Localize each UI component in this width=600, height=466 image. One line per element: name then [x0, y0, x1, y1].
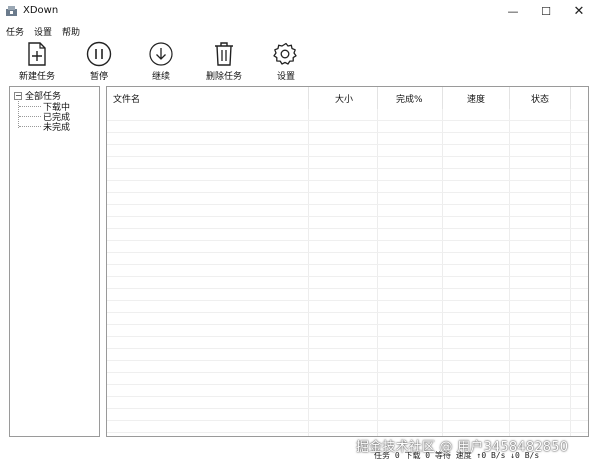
list-row: [107, 181, 588, 193]
resume-button[interactable]: 继续: [136, 41, 186, 82]
title-bar: XDown — ☐ ✕: [0, 0, 600, 22]
new-file-icon: [28, 42, 46, 66]
tree-branch-line: [19, 126, 41, 127]
list-row: [107, 157, 588, 169]
list-row: [107, 409, 588, 421]
list-row: [107, 301, 588, 313]
list-row: [107, 265, 588, 277]
pause-label: 暂停: [89, 72, 108, 82]
list-row: [107, 361, 588, 373]
column-status[interactable]: 状态: [510, 87, 571, 109]
menu-settings[interactable]: 设置: [28, 22, 56, 38]
list-row: [107, 229, 588, 241]
list-rows: [107, 109, 588, 433]
list-row: [107, 193, 588, 205]
pause-button[interactable]: 暂停: [74, 41, 124, 82]
trash-icon: [215, 42, 233, 66]
pause-icon: [86, 41, 112, 67]
settings-label: 设置: [276, 72, 295, 82]
list-row: [107, 145, 588, 157]
close-button[interactable]: ✕: [563, 0, 595, 22]
minimize-button[interactable]: —: [497, 0, 529, 22]
delete-task-label: 删除任务: [205, 72, 242, 82]
menu-bar: 任务 设置 帮助: [0, 22, 600, 38]
list-row: [107, 349, 588, 361]
list-header: 文件名 大小 完成% 速度 状态: [107, 87, 588, 109]
list-row: [107, 277, 588, 289]
list-row: [107, 385, 588, 397]
column-filename[interactable]: 文件名: [107, 87, 309, 109]
new-task-button[interactable]: 新建任务: [12, 41, 62, 82]
app-icon: [6, 6, 17, 16]
toolbar: 新建任务 暂停 继续 删除任务 设置: [0, 38, 600, 82]
list-row: [107, 397, 588, 409]
gear-icon: [273, 42, 297, 65]
list-row: [107, 217, 588, 229]
list-row: [107, 337, 588, 349]
resume-label: 继续: [151, 72, 170, 82]
delete-task-button[interactable]: 删除任务: [199, 41, 249, 82]
list-row: [107, 253, 588, 265]
column-progress[interactable]: 完成%: [378, 87, 443, 109]
tree-item-label: 未完成: [43, 123, 71, 133]
list-row: [107, 241, 588, 253]
list-row: [107, 325, 588, 337]
list-row: [107, 121, 588, 133]
menu-help[interactable]: 帮助: [56, 22, 84, 38]
list-row: [107, 205, 588, 217]
settings-button[interactable]: 设置: [261, 41, 311, 82]
tree-branch-line: [19, 106, 41, 107]
list-row: [107, 373, 588, 385]
window-title: XDown: [23, 5, 59, 16]
list-row: [107, 289, 588, 301]
column-filler: [571, 87, 588, 109]
tree-branch-line: [19, 116, 41, 117]
category-tree: − 全部任务 下载中 已完成 未完成: [9, 86, 100, 437]
list-row: [107, 313, 588, 325]
task-list[interactable]: 文件名 大小 完成% 速度 状态: [106, 86, 589, 437]
new-task-label: 新建任务: [18, 72, 55, 82]
maximize-button[interactable]: ☐: [530, 0, 562, 22]
column-speed[interactable]: 速度: [443, 87, 510, 109]
watermark: 掘金技术社区 @ 用户3458482850: [356, 440, 569, 455]
download-icon: [149, 42, 173, 66]
column-size[interactable]: 大小: [309, 87, 378, 109]
tree-item-incomplete[interactable]: 未完成: [19, 120, 70, 133]
list-row: [107, 421, 588, 433]
list-row: [107, 133, 588, 145]
list-row: [107, 109, 588, 121]
list-row: [107, 169, 588, 181]
menu-task[interactable]: 任务: [0, 22, 28, 38]
